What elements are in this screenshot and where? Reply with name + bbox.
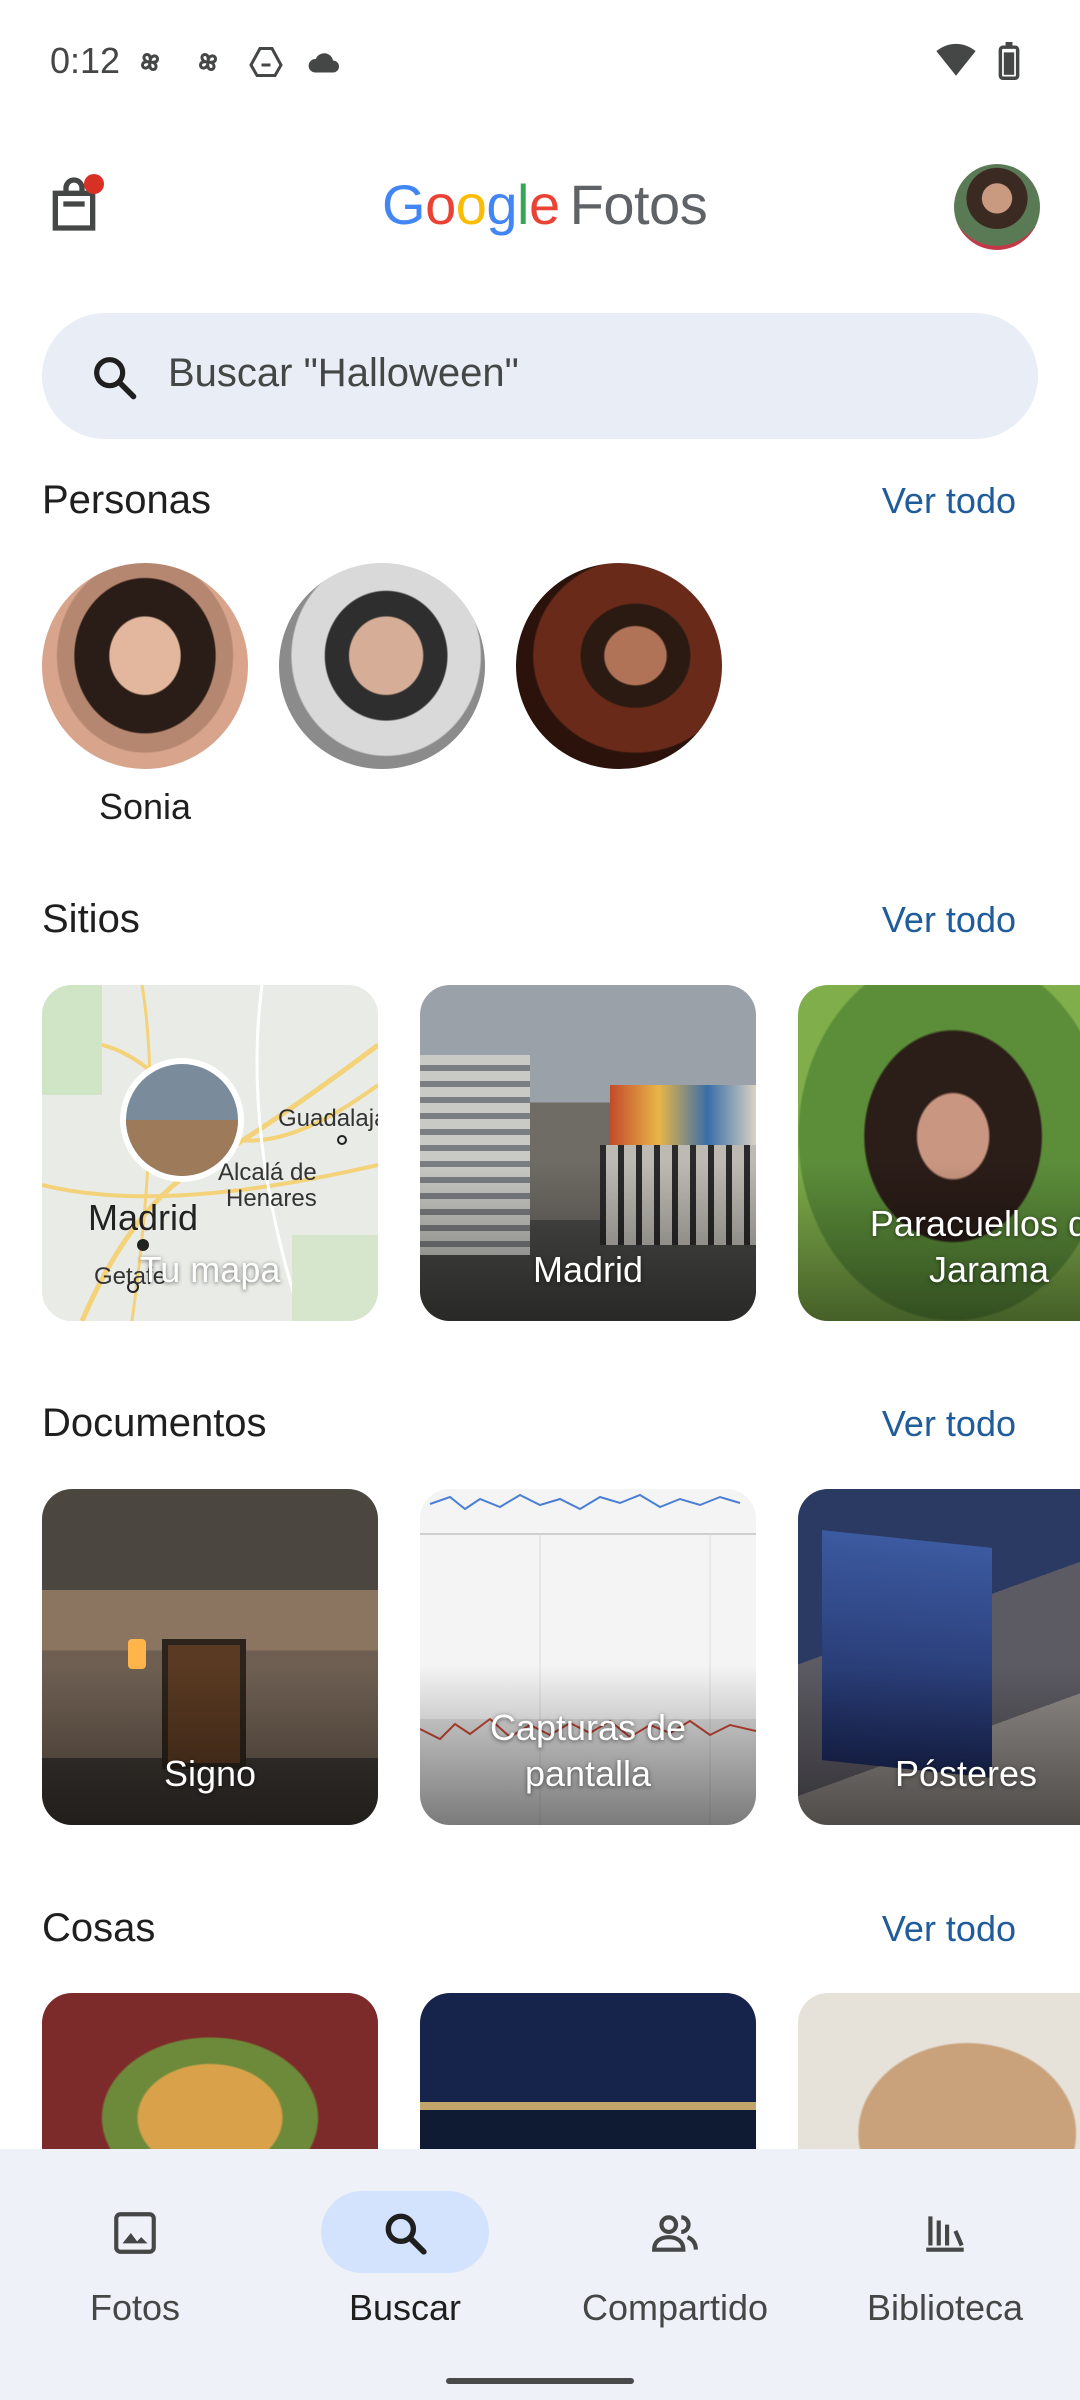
place-card-tu-mapa[interactable]: Madrid Guadalaja Alcalá de Henares Getaf… bbox=[42, 985, 378, 1321]
person-2[interactable] bbox=[279, 563, 485, 769]
place-label-madrid: Madrid bbox=[532, 1249, 644, 1290]
section-title-documentos: Documentos bbox=[42, 1401, 267, 1445]
notification-icons bbox=[132, 44, 342, 80]
nav-buscar[interactable]: Buscar bbox=[270, 2169, 540, 2369]
card-shade bbox=[42, 1665, 378, 1825]
notification-dot bbox=[84, 174, 104, 194]
see-all-personas[interactable]: Ver todo bbox=[882, 480, 1016, 522]
nav-fotos[interactable]: Fotos bbox=[0, 2169, 270, 2369]
account-avatar[interactable] bbox=[954, 164, 1040, 250]
doc-card-capturas[interactable]: Capturas de pantalla bbox=[420, 1489, 756, 1825]
search-bar[interactable]: Buscar "Halloween" bbox=[42, 313, 1038, 439]
nav-label-fotos: Fotos bbox=[89, 2287, 181, 2328]
doc-label-capturas: Capturas de pantalla bbox=[489, 1707, 687, 1794]
search-icon bbox=[94, 357, 137, 400]
bottom-navigation: Fotos Buscar Compartido Biblioteca bbox=[0, 2149, 1080, 2400]
person-name-sonia: Sonia bbox=[98, 786, 192, 827]
logo-letter-g2: g bbox=[486, 173, 518, 236]
doc-card-signo[interactable]: Signo bbox=[42, 1489, 378, 1825]
logo-letter-o2: o bbox=[455, 173, 487, 236]
map-label-guadalajara: Guadalaja bbox=[278, 1105, 378, 1132]
person-3[interactable] bbox=[516, 563, 722, 769]
map-label-madrid: Madrid bbox=[88, 1197, 199, 1238]
battery-icon bbox=[998, 42, 1020, 80]
logo-fotos: Fotos bbox=[569, 173, 708, 236]
person-sonia[interactable] bbox=[42, 563, 248, 769]
logo-letter-g: G bbox=[382, 173, 426, 236]
place-label-tu-mapa: Tu mapa bbox=[139, 1249, 281, 1290]
place-card-paracuellos[interactable]: Paracuellos de Jarama bbox=[798, 985, 1080, 1321]
gesture-bar[interactable] bbox=[446, 2378, 634, 2384]
section-title-sitios: Sitios bbox=[42, 897, 140, 941]
doc-card-posteres[interactable]: Pósteres bbox=[798, 1489, 1080, 1825]
logo-letter-l: l bbox=[517, 173, 529, 236]
pinwheel-icon-2 bbox=[198, 52, 218, 72]
card-shade bbox=[798, 1665, 1080, 1825]
app-header: Google Fotos bbox=[0, 150, 1080, 270]
search-placeholder: Buscar "Halloween" bbox=[168, 351, 519, 395]
see-all-documentos[interactable]: Ver todo bbox=[882, 1403, 1016, 1445]
thing-card-2[interactable] bbox=[420, 1993, 756, 2149]
nav-label-biblioteca: Biblioteca bbox=[866, 2287, 1024, 2328]
search-icon bbox=[385, 2213, 427, 2255]
photo-icon bbox=[114, 2212, 156, 2254]
building-mural bbox=[610, 1085, 756, 1145]
nav-compartido[interactable]: Compartido bbox=[540, 2169, 810, 2369]
place-label-paracuellos: Paracuellos de Jarama bbox=[869, 1203, 1080, 1290]
cloud-icon bbox=[308, 53, 339, 73]
nav-label-buscar: Buscar bbox=[348, 2287, 462, 2328]
nav-biblioteca[interactable]: Biblioteca bbox=[810, 2169, 1080, 2369]
library-icon bbox=[926, 2216, 964, 2252]
status-bar: 0:12 bbox=[0, 0, 1080, 125]
doc-label-signo: Signo bbox=[163, 1753, 257, 1794]
card-shade bbox=[420, 1161, 756, 1321]
drive-icon bbox=[249, 47, 283, 77]
status-time: 0:12 bbox=[50, 40, 121, 81]
wifi-icon bbox=[936, 43, 976, 76]
logo-letter-e: e bbox=[528, 173, 560, 236]
place-card-madrid[interactable]: Madrid bbox=[420, 985, 756, 1321]
thing-card-1[interactable] bbox=[42, 1993, 378, 2149]
map-label-henares: Henares bbox=[226, 1185, 317, 1212]
see-all-cosas[interactable]: Ver todo bbox=[882, 1908, 1016, 1950]
section-title-personas: Personas bbox=[42, 478, 211, 522]
section-title-cosas: Cosas bbox=[42, 1906, 156, 1950]
logo-letter-o1: o bbox=[425, 173, 456, 236]
people-icon bbox=[652, 2215, 698, 2252]
pinwheel-icon bbox=[140, 52, 160, 72]
map-label-alcala: Alcalá de bbox=[218, 1159, 317, 1186]
thing-card-3[interactable] bbox=[798, 1993, 1080, 2149]
google-photos-logo: Google Fotos bbox=[382, 172, 708, 237]
nav-label-compartido: Compartido bbox=[581, 2287, 769, 2328]
doc-label-posteres: Pósteres bbox=[894, 1753, 1038, 1794]
see-all-sitios[interactable]: Ver todo bbox=[882, 899, 1016, 941]
